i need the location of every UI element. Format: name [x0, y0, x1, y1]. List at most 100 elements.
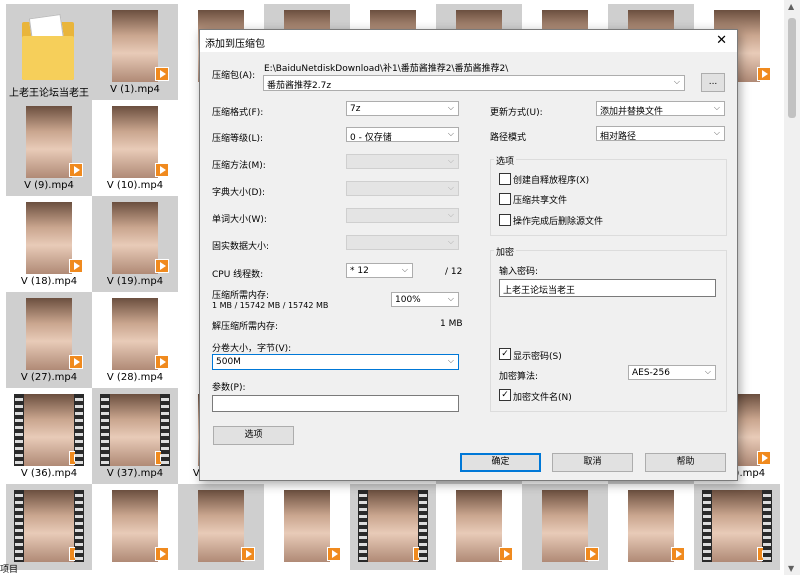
- file-item[interactable]: [436, 484, 522, 570]
- play-icon: [413, 547, 427, 561]
- video-thumbnail: [702, 490, 772, 562]
- archive-name-combo[interactable]: 番茄酱推荐2.7z ⌵: [263, 75, 685, 91]
- video-thumbnail: [100, 298, 170, 370]
- ok-button[interactable]: 确定: [460, 453, 541, 472]
- chevron-down-icon: ⌵: [713, 128, 720, 137]
- chevron-down-icon: ⌵: [447, 129, 454, 138]
- browse-button[interactable]: ...: [701, 73, 725, 92]
- play-icon: [241, 547, 255, 561]
- file-item[interactable]: V (10).mp4: [92, 100, 178, 196]
- play-icon: [155, 451, 169, 465]
- path-mode-select[interactable]: 相对路径 ⌵: [596, 126, 725, 142]
- compress-memory-detail: 1 MB / 15742 MB / 15742 MB: [212, 301, 329, 310]
- file-item[interactable]: [350, 484, 436, 570]
- file-item[interactable]: [608, 484, 694, 570]
- file-item[interactable]: V (28).mp4: [92, 292, 178, 388]
- format-select[interactable]: 7z ⌵: [346, 101, 459, 116]
- file-item[interactable]: V (18).mp4: [6, 196, 92, 292]
- play-icon: [69, 547, 83, 561]
- cpu-threads-select[interactable]: * 12 ⌵: [346, 263, 413, 278]
- file-item[interactable]: [522, 484, 608, 570]
- chevron-down-icon: ⌵: [447, 103, 454, 112]
- method-label: 压缩方法(M):: [212, 161, 266, 171]
- dict-size-select: ⌵: [346, 181, 459, 196]
- chevron-down-icon: ⌵: [447, 210, 454, 219]
- cpu-threads-label: CPU 线程数:: [212, 270, 264, 280]
- decompress-memory-label: 解压缩所需内存:: [212, 322, 279, 332]
- play-icon: [155, 163, 169, 177]
- video-thumbnail: [100, 394, 170, 466]
- file-item[interactable]: V (1).mp4: [92, 4, 178, 100]
- video-thumbnail: [186, 490, 256, 562]
- file-item[interactable]: [6, 484, 92, 570]
- play-icon: [155, 547, 169, 561]
- video-thumbnail: [14, 202, 84, 274]
- close-icon[interactable]: ✕: [716, 33, 727, 48]
- file-name: V (28).mp4: [106, 372, 164, 383]
- file-name: V (27).mp4: [20, 372, 78, 383]
- video-thumbnail: [14, 106, 84, 178]
- update-mode-select[interactable]: 添加并替换文件 ⌵: [596, 101, 725, 117]
- file-item[interactable]: V (37).mp4: [92, 388, 178, 484]
- chevron-down-icon: ⌵: [447, 356, 454, 365]
- scroll-down-icon[interactable]: ▼: [788, 564, 794, 573]
- encryption-method-select[interactable]: AES-256 ⌵: [628, 365, 716, 380]
- file-item[interactable]: [694, 484, 780, 570]
- chevron-down-icon: ⌵: [447, 294, 454, 303]
- chevron-down-icon: ⌵: [704, 367, 711, 376]
- video-thumbnail: [100, 202, 170, 274]
- split-size-combo[interactable]: 500M ⌵: [212, 354, 459, 370]
- delete-after-checkbox[interactable]: [499, 214, 511, 226]
- video-thumbnail: [272, 490, 342, 562]
- vertical-scrollbar[interactable]: ▲ ▼: [784, 0, 800, 575]
- shared-files-label: 压缩共享文件: [513, 196, 568, 206]
- file-item[interactable]: [264, 484, 350, 570]
- chevron-down-icon: ⌵: [447, 183, 454, 192]
- file-item[interactable]: V (27).mp4: [6, 292, 92, 388]
- options-group-title: 选项: [494, 154, 517, 167]
- file-item[interactable]: V (9).mp4: [6, 100, 92, 196]
- archive-label: 压缩包(A):: [212, 71, 256, 81]
- params-input[interactable]: [212, 395, 459, 412]
- play-icon: [757, 451, 771, 465]
- show-password-checkbox[interactable]: ✓: [499, 348, 511, 360]
- help-button[interactable]: 帮助: [645, 453, 726, 472]
- file-item[interactable]: [178, 484, 264, 570]
- file-name: V (10).mp4: [106, 180, 164, 191]
- shared-files-checkbox[interactable]: [499, 193, 511, 205]
- status-bar-text: 项目: [0, 565, 19, 575]
- video-thumbnail: [616, 490, 686, 562]
- password-input[interactable]: 上老王论坛当老王: [499, 279, 716, 297]
- encrypt-names-checkbox[interactable]: ✓: [499, 389, 511, 401]
- sfx-checkbox[interactable]: [499, 173, 511, 185]
- video-thumbnail: [100, 10, 170, 82]
- play-icon: [671, 547, 685, 561]
- options-button[interactable]: 选项: [213, 426, 294, 445]
- level-select[interactable]: 0 - 仅存储 ⌵: [346, 127, 459, 143]
- play-icon: [499, 547, 513, 561]
- play-icon: [155, 259, 169, 273]
- scroll-up-icon[interactable]: ▲: [788, 2, 794, 11]
- play-icon: [69, 163, 83, 177]
- file-item[interactable]: [92, 484, 178, 570]
- memory-percent-select[interactable]: 100% ⌵: [391, 292, 459, 307]
- file-item[interactable]: V (19).mp4: [92, 196, 178, 292]
- chevron-down-icon: ⌵: [401, 265, 408, 274]
- word-size-select: ⌵: [346, 208, 459, 223]
- video-thumbnail: [14, 298, 84, 370]
- file-item[interactable]: 上老王论坛当老王: [6, 4, 92, 100]
- video-thumbnail: [14, 490, 84, 562]
- compress-memory-label: 压缩所需内存:: [212, 291, 270, 301]
- chevron-down-icon: ⌵: [713, 103, 720, 112]
- show-password-label: 显示密码(S): [513, 352, 562, 362]
- file-name: 上老王论坛当老王: [9, 88, 89, 99]
- dialog-title: 添加到压缩包: [205, 39, 265, 50]
- file-name: V (37).mp4: [106, 468, 164, 479]
- format-label: 压缩格式(F):: [212, 108, 264, 118]
- file-item[interactable]: V (36).mp4: [6, 388, 92, 484]
- cancel-button[interactable]: 取消: [552, 453, 633, 472]
- scrollbar-thumb[interactable]: [788, 18, 796, 118]
- encryption-group-title: 加密: [494, 245, 517, 258]
- level-label: 压缩等级(L):: [212, 134, 264, 144]
- method-select: ⌵: [346, 154, 459, 169]
